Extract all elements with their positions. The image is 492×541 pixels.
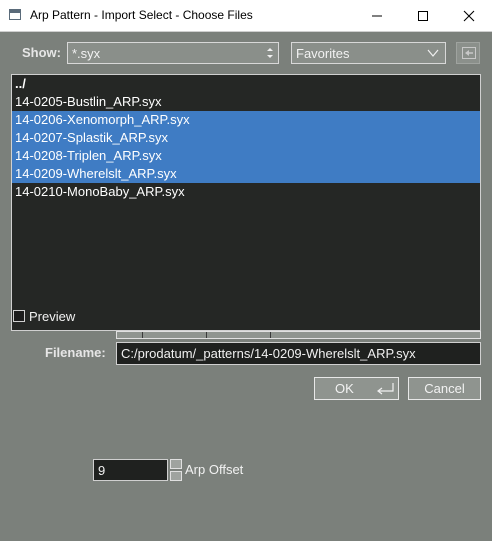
minimize-button[interactable]: [354, 0, 400, 31]
cancel-button[interactable]: Cancel: [408, 377, 481, 400]
file-filter-value: *.syx: [72, 46, 101, 61]
parent-directory-item[interactable]: ../: [12, 75, 480, 93]
close-button[interactable]: [446, 0, 492, 31]
preview-checkbox[interactable]: [13, 310, 25, 322]
filename-label: Filename:: [45, 345, 106, 360]
close-icon: [463, 10, 475, 22]
file-list-item[interactable]: 14-0205-Bustlin_ARP.syx: [12, 93, 480, 111]
history-segment[interactable]: [117, 332, 143, 338]
file-filter-select[interactable]: *.syx: [67, 42, 279, 64]
filename-history-bar[interactable]: [116, 331, 481, 339]
add-favorite-icon: [462, 47, 476, 59]
chevron-down-icon: [427, 49, 439, 57]
history-segment[interactable]: [271, 332, 480, 338]
ok-button[interactable]: OK: [314, 377, 399, 400]
add-favorite-button[interactable]: [456, 42, 480, 64]
file-list-item[interactable]: 14-0207-Splastik_ARP.syx: [12, 129, 480, 147]
arp-offset-decrement[interactable]: [170, 471, 182, 481]
ok-label: OK: [335, 381, 354, 396]
maximize-button[interactable]: [400, 0, 446, 31]
app-window-icon: [9, 9, 21, 20]
history-segment[interactable]: [207, 332, 271, 338]
file-list[interactable]: ../14-0205-Bustlin_ARP.syx 14-0206-Xenomo…: [11, 74, 481, 331]
arp-offset-increment[interactable]: [170, 459, 182, 469]
filename-field[interactable]: C:/prodatum/_patterns/14-0209-Wherelslt_…: [116, 342, 481, 365]
updown-arrows-icon: [267, 48, 273, 58]
window-title: Arp Pattern - Import Select - Choose Fil…: [30, 8, 253, 22]
file-list-item[interactable]: 14-0210-MonoBaby_ARP.syx: [12, 183, 480, 201]
maximize-icon: [418, 11, 428, 21]
file-list-item[interactable]: 14-0209-Wherelslt_ARP.syx: [12, 165, 480, 183]
file-list-item[interactable]: 14-0206-Xenomorph_ARP.syx: [12, 111, 480, 129]
file-list-item[interactable]: 14-0208-Triplen_ARP.syx: [12, 147, 480, 165]
dialog-content: Show: *.syx Favorites ../14-0205-Bustlin…: [0, 32, 492, 541]
arp-offset-field[interactable]: 9: [93, 459, 168, 481]
enter-key-icon: [377, 383, 394, 395]
favorites-select[interactable]: Favorites: [291, 42, 446, 64]
arp-offset-label: Arp Offset: [185, 462, 244, 477]
favorites-value: Favorites: [296, 46, 350, 61]
preview-label: Preview: [29, 309, 76, 324]
history-segment[interactable]: [143, 332, 207, 338]
show-label: Show:: [22, 45, 61, 60]
title-bar: Arp Pattern - Import Select - Choose Fil…: [0, 0, 492, 32]
minimize-icon: [372, 15, 382, 17]
